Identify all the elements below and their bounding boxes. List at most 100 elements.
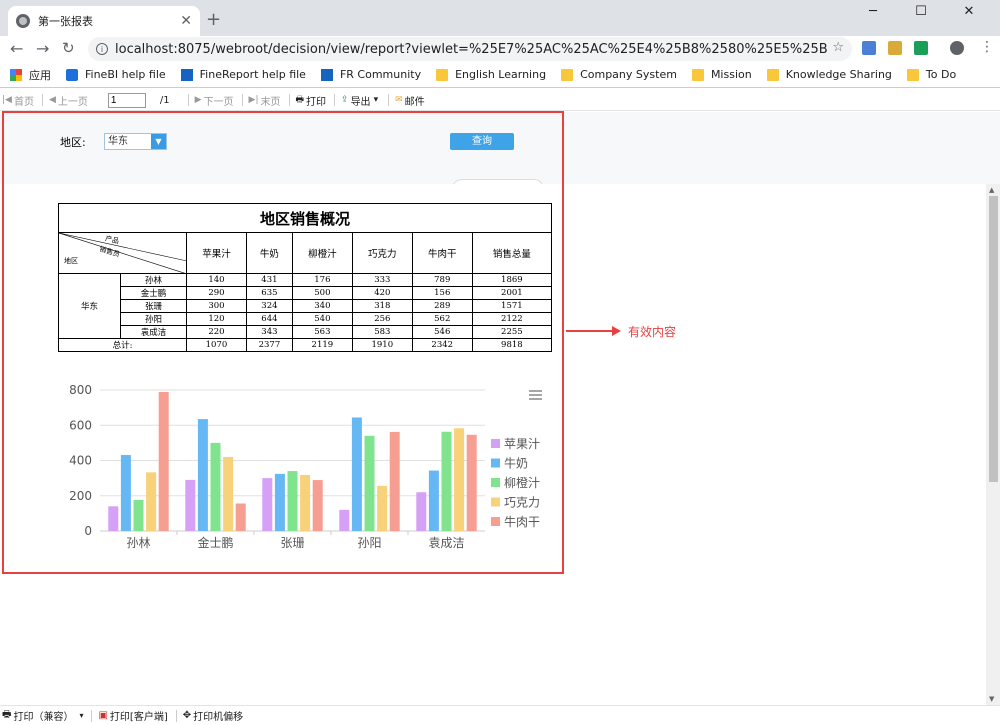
print-label: 打印 [306,96,327,108]
address-bar[interactable]: i localhost:8075/webroot/decision/view/r… [88,37,852,61]
bookmark-item[interactable]: FineBI help file [66,68,166,81]
export-button[interactable]: ⇪ 导出 ▾ [341,93,380,108]
annotation-label: 有效内容 [628,325,677,339]
printer-offset-button[interactable]: ✥ 打印机偏移 [183,708,243,723]
page-total: /1 [159,94,170,106]
scrollbar-thumb[interactable] [989,196,998,482]
annotation-arrow-line [566,330,616,332]
move-icon: ✥ [182,710,192,721]
first-page-button[interactable]: |◀ 首页 [2,93,34,108]
pdf-icon: ▣ [98,710,108,721]
separator [187,94,189,106]
next-page-label: 下一页 [203,96,234,108]
new-tab-icon[interactable]: + [206,9,221,30]
chevron-down-icon: ▾ [79,711,84,720]
bookmark-label: FineReport help file [199,68,306,81]
translate-extension-icon[interactable] [862,41,876,55]
print-client-label: 打印[客户端] [109,712,168,723]
prev-page-icon: ◀ [48,95,56,105]
close-window-icon[interactable]: ✕ [946,4,992,19]
next-page-button[interactable]: ▶ 下一页 [195,93,234,108]
menu-kebab-icon[interactable]: ⋮ [980,39,994,55]
mail-icon: ✉ [395,95,403,105]
bookmarks-bar: 应用 FineBI help file FineReport help file… [0,62,1000,88]
email-button[interactable]: ✉ 邮件 [395,93,425,108]
browser-toolbar: ← → ↻ i localhost:8075/webroot/decision/… [0,36,1000,62]
finereport-icon [180,68,193,81]
bookmark-item[interactable]: English Learning [436,68,546,81]
close-tab-icon[interactable]: ✕ [180,13,192,29]
separator [334,94,336,106]
bookmark-item[interactable]: Company System [561,68,677,81]
separator [388,94,390,106]
scroll-down-icon[interactable]: ▼ [989,695,994,703]
profile-icon[interactable] [950,41,964,55]
bookmark-label: FR Community [339,68,422,81]
reload-icon[interactable]: ↻ [62,39,75,57]
bookmark-item[interactable]: 应用 [10,67,51,83]
folder-icon [561,68,574,81]
bookmark-star-icon[interactable]: ☆ [832,40,844,55]
prev-page-label: 上一页 [57,96,88,108]
folder-icon [436,68,449,81]
back-icon[interactable]: ← [10,39,23,58]
scroll-up-icon[interactable]: ▲ [989,186,994,194]
print-client-button[interactable]: ▣ 打印[客户端] [98,708,167,723]
tab-title: 第一张报表 [38,15,93,28]
folder-icon [906,68,919,81]
separator [175,709,177,722]
bookmark-label: Knowledge Sharing [785,68,892,81]
separator [241,94,243,106]
print-button[interactable]: 🖶 打印 [296,92,327,108]
bookmark-label: 应用 [29,68,51,82]
bookmark-label: Mission [710,68,752,81]
print-compat-button[interactable]: 🖶 打印（兼容） ▾ [2,707,83,724]
apps-grid-icon [10,68,22,81]
report-toolbar: |◀首页 ◀上一页 /1 ▶下一页 ▶|末页 🖶打印 ⇪导出▾ ✉邮件 [0,90,1000,111]
extension-icon[interactable] [914,41,928,55]
bookmark-label: FineBI help file [85,68,166,81]
finereport-icon [320,68,333,81]
finebi-icon [66,68,78,81]
first-page-label: 首页 [13,96,34,108]
browser-tab-strip: 第一张报表 ✕ + ─ ☐ ✕ [0,0,1000,36]
bookmark-item[interactable]: FR Community [320,68,422,81]
annotation-box [2,111,564,574]
forward-icon[interactable]: → [36,39,49,58]
bookmark-item[interactable]: Mission [691,68,752,81]
printer-icon: 🖶 [295,95,305,105]
bookmark-label: To Do [925,68,957,81]
last-page-button[interactable]: ▶| 末页 [249,93,281,108]
separator [288,94,290,106]
next-page-icon: ▶ [194,95,202,105]
extension-icon[interactable] [888,41,902,55]
bottom-print-bar: 🖶 打印（兼容） ▾ ▣ 打印[客户端] ✥ 打印机偏移 [0,705,1000,725]
page-number-input[interactable] [107,92,146,108]
bookmark-label: English Learning [455,68,547,81]
url-text[interactable]: localhost:8075/webroot/decision/view/rep… [115,42,827,57]
chevron-down-icon: ▾ [373,95,379,105]
annotation-arrow-head [612,326,621,336]
print-compat-label: 打印（兼容） [13,712,74,723]
separator [91,709,93,722]
maximize-icon[interactable]: ☐ [898,4,944,19]
vertical-scrollbar[interactable]: ▲ ▼ [986,184,1000,705]
printer-offset-label: 打印机偏移 [193,712,244,723]
last-page-icon: ▶| [248,95,259,105]
separator [41,94,43,106]
bookmark-item[interactable]: FineReport help file [180,68,306,81]
bookmark-label: Company System [580,68,677,81]
bookmark-item[interactable]: To Do [906,68,957,81]
minimize-icon[interactable]: ─ [850,4,896,19]
export-label: 导出 [350,96,371,108]
printer-icon: 🖶 [2,709,12,720]
folder-icon [691,68,704,81]
folder-icon [766,68,779,81]
info-icon[interactable]: i [96,43,108,55]
prev-page-button[interactable]: ◀ 上一页 [49,93,88,108]
bookmark-item[interactable]: Knowledge Sharing [766,68,892,81]
globe-icon [16,14,30,28]
export-icon: ⇪ [341,95,349,105]
browser-tab[interactable]: 第一张报表 ✕ [8,6,200,36]
email-label: 邮件 [404,96,425,108]
